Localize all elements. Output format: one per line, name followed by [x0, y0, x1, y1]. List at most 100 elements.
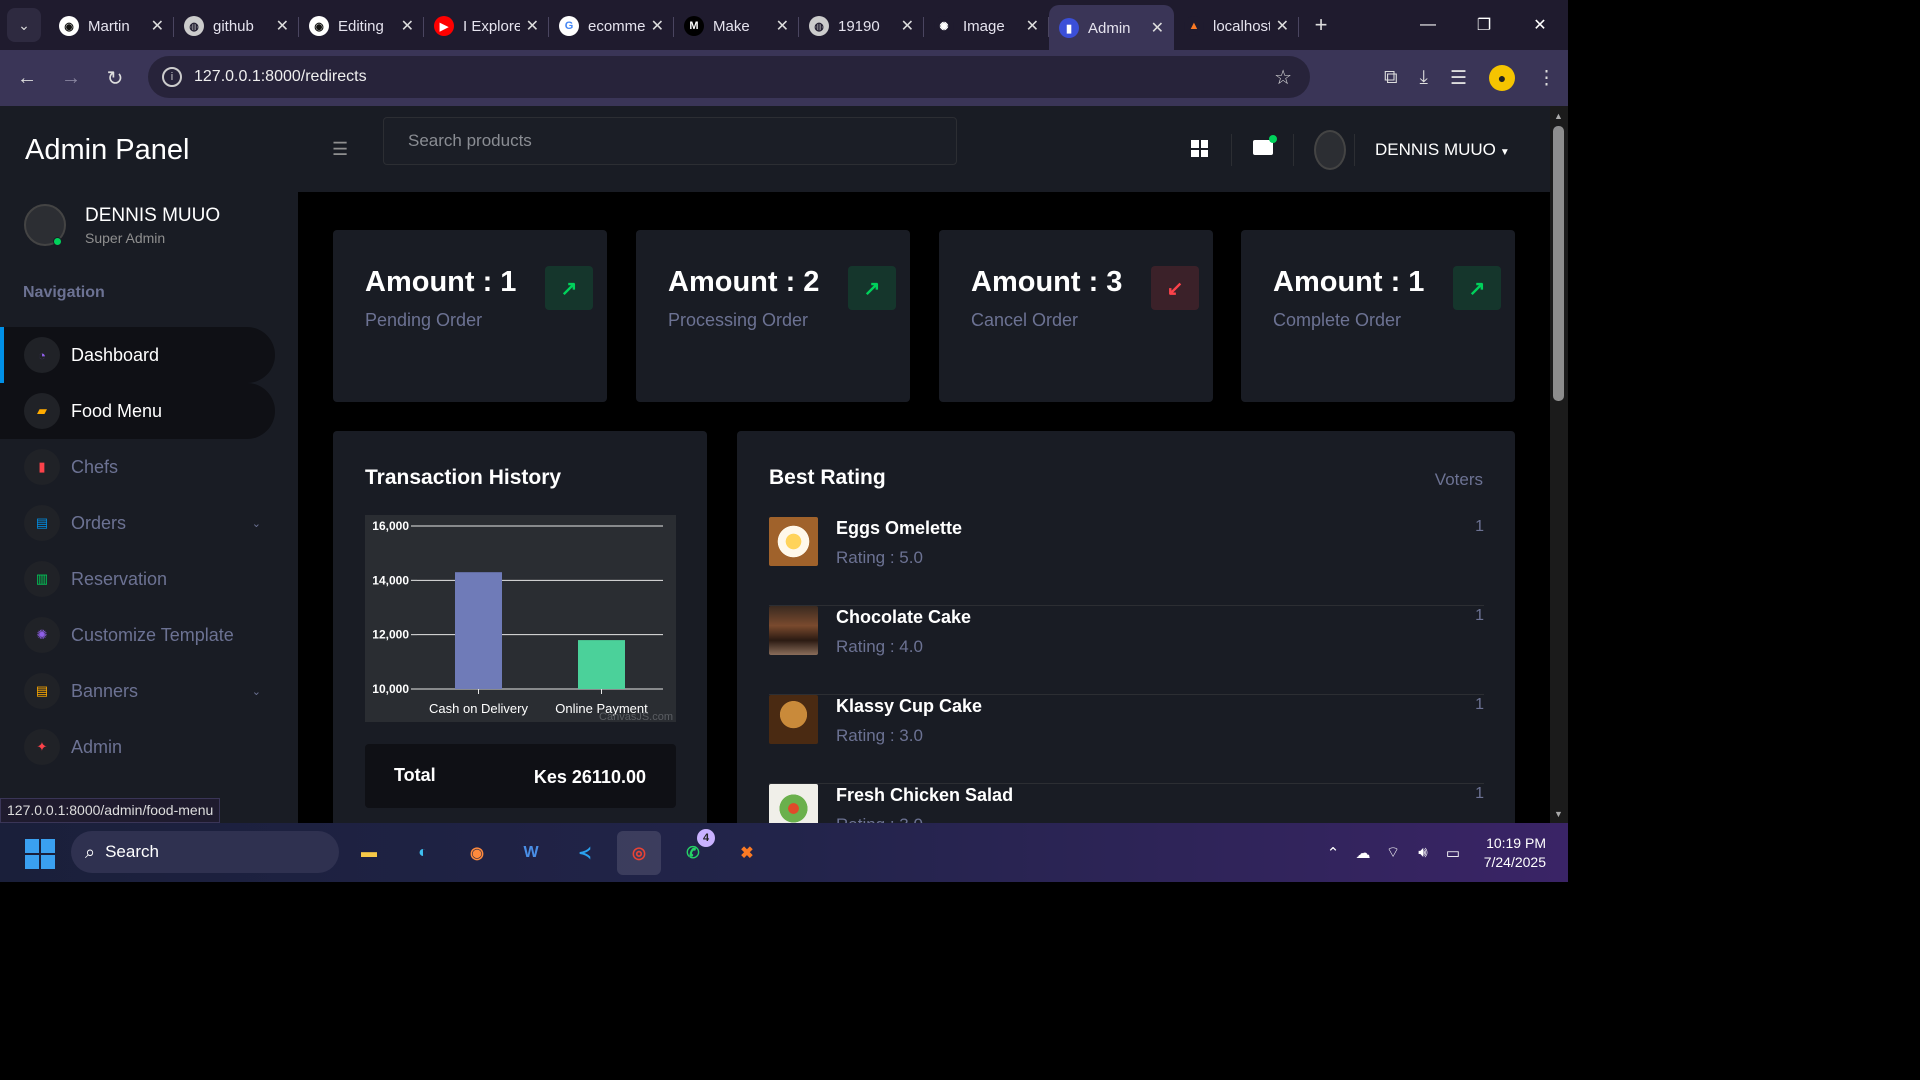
profile-icon[interactable]: ●: [1489, 65, 1515, 91]
user-dropdown[interactable]: DENNIS MUUO ▼: [1375, 140, 1510, 160]
scroll-down-icon[interactable]: ▼: [1554, 809, 1563, 819]
firefox-icon[interactable]: ◉: [455, 831, 499, 875]
avatar: [24, 204, 66, 246]
browser-tab[interactable]: M Make ✕: [674, 6, 799, 46]
sidebar-item-reservation[interactable]: ▥ Reservation: [0, 551, 275, 607]
restore-icon[interactable]: ❐: [1456, 0, 1512, 50]
browser-tab[interactable]: ▮ Admin ✕: [1049, 5, 1174, 51]
card-amount: Amount : 1: [365, 266, 517, 298]
y-tick-label: 12,000: [372, 628, 409, 642]
search-icon: ⌕: [85, 841, 96, 862]
globe-icon: ◍: [184, 16, 204, 36]
food-name: Klassy Cup Cake: [836, 696, 983, 716]
settings-icon: ✺: [24, 617, 60, 653]
edge-icon[interactable]: ◐: [401, 831, 445, 875]
tab-close-icon[interactable]: ✕: [1151, 18, 1164, 38]
card-amount: Amount : 2: [668, 266, 820, 298]
tab-close-icon[interactable]: ✕: [526, 16, 539, 36]
browser-tab[interactable]: ◍ 19190 ✕: [799, 6, 924, 46]
back-icon[interactable]: ←: [5, 67, 49, 90]
navbar-avatar[interactable]: [1314, 130, 1346, 170]
apps-grid-icon[interactable]: [1191, 140, 1208, 157]
browser-tab[interactable]: ▶ I Explore ✕: [424, 6, 549, 46]
reload-icon[interactable]: ↻: [93, 66, 137, 91]
chart-svg: 10,000 12,000 14,000 16,000 Cash on Delivery…: [372, 519, 673, 722]
sidebar-item-orders[interactable]: ▤ Orders ⌄: [0, 495, 275, 551]
tab-close-icon[interactable]: ✕: [401, 16, 414, 36]
browser-tab[interactable]: ◉ Editing ✕: [299, 6, 424, 46]
browser-tab[interactable]: ✺ Image ✕: [924, 6, 1049, 46]
scroll-up-icon[interactable]: ▲: [1554, 111, 1563, 121]
sidebar-item-food-menu[interactable]: ▰ Food Menu: [0, 383, 275, 439]
chrome-icon[interactable]: ◎: [617, 831, 661, 875]
minimize-icon[interactable]: —: [1400, 0, 1456, 50]
extensions-icon[interactable]: ⧉: [1384, 67, 1398, 89]
word-icon[interactable]: W: [509, 831, 553, 875]
menu-toggle-icon[interactable]: ☰: [332, 139, 348, 160]
link-status-url: 127.0.0.1:8000/admin/food-menu: [0, 798, 221, 823]
orders-icon: ▤: [24, 505, 60, 541]
transaction-history-title: Transaction History: [365, 466, 562, 489]
tab-search-button[interactable]: ⌄: [7, 8, 41, 42]
card-label: Pending Order: [365, 310, 483, 330]
page-icon: ▮: [1059, 18, 1079, 38]
x-tick-label: Cash on Delivery: [429, 701, 528, 716]
download-icon[interactable]: ⤓: [1420, 67, 1428, 89]
tab-close-icon[interactable]: ✕: [776, 16, 789, 36]
forward-icon[interactable]: →: [49, 67, 93, 90]
rating-item[interactable]: Eggs Omelette Rating : 5.0 1: [769, 517, 1484, 606]
tab-close-icon[interactable]: ✕: [901, 16, 914, 36]
rating-item[interactable]: Klassy Cup Cake Rating : 3.0 1: [769, 695, 1484, 784]
volume-icon[interactable]: 🔊︎: [1408, 844, 1438, 861]
tab-close-icon[interactable]: ✕: [1276, 16, 1289, 36]
food-thumbnail: [769, 517, 818, 566]
best-rating-title: Best Rating: [769, 466, 886, 489]
new-tab-icon[interactable]: +: [1303, 12, 1339, 38]
browser-tab[interactable]: ◉ Martin ✕: [49, 6, 174, 46]
tab-close-icon[interactable]: ✕: [151, 16, 164, 36]
food-icon: ▰: [24, 393, 60, 429]
brand-title[interactable]: Admin Panel: [25, 134, 189, 167]
page-scrollbar[interactable]: ▲ ▼: [1550, 106, 1568, 823]
clock[interactable]: 10:19 PM 7/24/2025: [1468, 834, 1568, 872]
windows-start-icon[interactable]: [25, 839, 55, 869]
total-label: Total: [394, 765, 436, 785]
rating-item[interactable]: Chocolate Cake Rating : 4.0 1: [769, 606, 1484, 695]
sidebar-item-banners[interactable]: ▤ Banners ⌄: [0, 663, 275, 719]
tab-close-icon[interactable]: ✕: [651, 16, 664, 36]
speedometer-icon: ◔: [24, 337, 60, 373]
onedrive-icon[interactable]: ☁: [1348, 844, 1378, 862]
rating-item[interactable]: Fresh Chicken Salad Rating : 3.0 1: [769, 784, 1484, 823]
mail-icon[interactable]: [1253, 135, 1277, 155]
tab-close-icon[interactable]: ✕: [276, 16, 289, 36]
close-window-icon[interactable]: ✕: [1512, 0, 1568, 50]
battery-icon[interactable]: ▭: [1438, 844, 1468, 862]
divider: [1231, 134, 1232, 166]
whatsapp-icon[interactable]: ✆ 4: [671, 829, 715, 875]
taskbar-search[interactable]: ⌕ Search: [71, 831, 339, 873]
users-icon: ✦: [24, 729, 60, 765]
sidebar-item-customize-template[interactable]: ✺ Customize Template: [0, 607, 275, 663]
bookmark-star-icon[interactable]: ☆: [1274, 65, 1292, 90]
sidebar-item-admin[interactable]: ✦ Admin: [0, 719, 275, 775]
chevron-up-icon[interactable]: ⌃: [1318, 844, 1348, 862]
tab-close-icon[interactable]: ✕: [1026, 16, 1039, 36]
file-explorer-icon[interactable]: ▬: [347, 831, 391, 875]
browser-menu-icon[interactable]: ⋮: [1537, 67, 1556, 90]
wifi-icon[interactable]: ⌔: [1378, 843, 1408, 862]
search-input[interactable]: Search products: [383, 117, 957, 165]
site-info-icon[interactable]: i: [162, 67, 182, 87]
sidebar-item-chefs[interactable]: ▮ Chefs: [0, 439, 275, 495]
chevron-down-icon: ⌄: [251, 517, 261, 530]
tab-title: I Explore: [463, 17, 520, 35]
sidebar-item-dashboard[interactable]: ◔ Dashboard: [0, 327, 275, 383]
media-queue-icon[interactable]: ☰: [1450, 67, 1467, 90]
xampp-icon[interactable]: ✖: [725, 831, 769, 875]
browser-tab[interactable]: ▲ localhost ✕: [1174, 6, 1299, 46]
address-bar[interactable]: i 127.0.0.1:8000/redirects ☆: [148, 56, 1310, 98]
vscode-icon[interactable]: ≺: [563, 831, 607, 875]
browser-tab[interactable]: Gecommerce ✕: [549, 6, 674, 46]
browser-tab[interactable]: ◍ github ✕: [174, 6, 299, 46]
card-label: Processing Order: [668, 310, 809, 330]
scrollbar-thumb[interactable]: [1553, 126, 1564, 401]
